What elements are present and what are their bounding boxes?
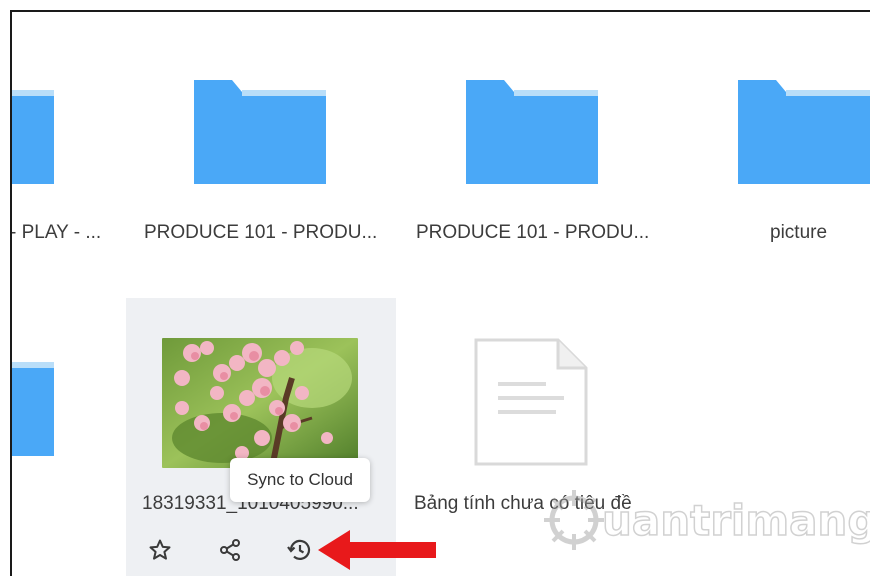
folder-label: picture: [770, 222, 828, 243]
star-icon[interactable]: [146, 536, 174, 564]
sync-cloud-icon[interactable]: [286, 536, 314, 564]
share-icon[interactable]: [216, 536, 244, 564]
folder-label: PRODUCE 101 - PRODU...: [144, 222, 378, 243]
folder-label: PRODUCE 101 - PRODU...: [416, 222, 650, 243]
document-icon[interactable]: [474, 338, 588, 471]
file-grid: - PLAY - ... PRODUCE 101 - PRODU... PROD…: [10, 10, 870, 576]
folder-icon[interactable]: [738, 80, 870, 184]
folder-icon[interactable]: [194, 80, 326, 184]
image-thumbnail[interactable]: [162, 338, 358, 468]
folder-icon[interactable]: [12, 80, 54, 184]
folder-icon[interactable]: [466, 80, 598, 184]
watermark-logo: uantrimang: [544, 490, 870, 550]
sync-tooltip: Sync to Cloud: [230, 458, 370, 502]
watermark-text: uantrimang: [601, 495, 870, 546]
folder-icon[interactable]: [12, 352, 54, 456]
folder-label: - PLAY - ...: [10, 222, 102, 243]
red-arrow-annotation: [318, 528, 438, 576]
